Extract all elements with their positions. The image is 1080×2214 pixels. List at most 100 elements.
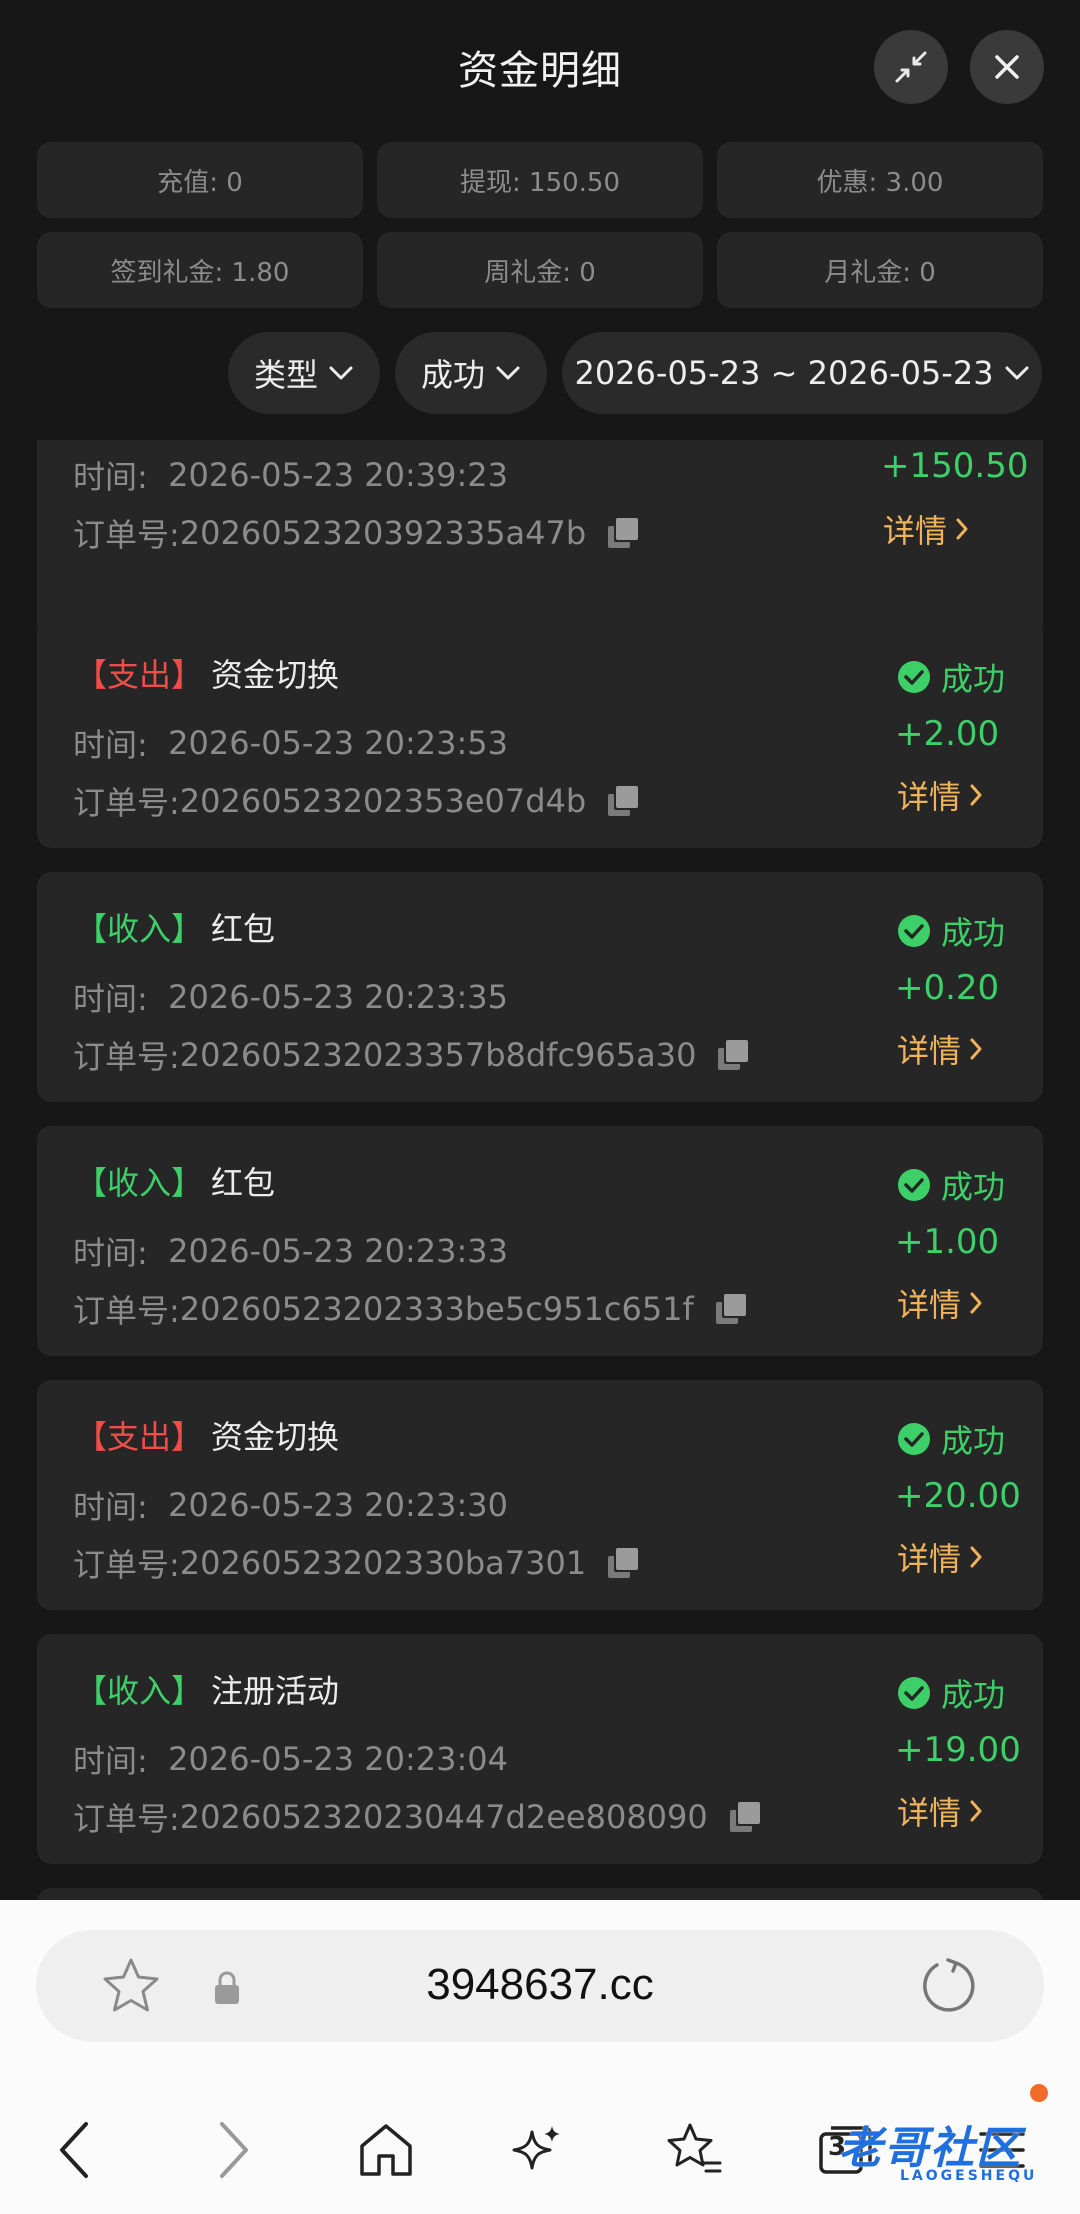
- order-row: 订单号: 20260523202333be5c951c651f: [73, 1286, 748, 1332]
- transaction-title: 【支出】 资金切换: [75, 1412, 339, 1458]
- check-circle-icon: [898, 1677, 930, 1709]
- check-circle-icon: [898, 1169, 930, 1201]
- watermark-subtext: LAOGESHEQU: [900, 2168, 1038, 2184]
- home-button[interactable]: [346, 2110, 426, 2190]
- transaction-list[interactable]: 时间: 2026-05-23 20:39:23 订单号: 202605232039…: [0, 440, 1080, 1900]
- income-tag: 【收入】: [75, 910, 204, 948]
- income-tag: 【收入】: [75, 1672, 204, 1710]
- transaction-card[interactable]: 【收入】 注册活动 时间: 2026-05-23 20:23:04 订单号: 202…: [37, 1634, 1043, 1864]
- transaction-title: 【收入】 注册活动: [75, 1666, 339, 1712]
- header: 资金明细: [0, 0, 1080, 130]
- status-badge: 成功: [897, 654, 1005, 700]
- amount: +1.00: [895, 1222, 1000, 1262]
- arrow-left-icon: [60, 2122, 88, 2178]
- time-row: 时间: 2026-05-23 20:23:33: [73, 1232, 508, 1272]
- stat-recharge: 充值: 0: [37, 142, 363, 218]
- order-number: 2026052320392335a47b: [179, 514, 587, 552]
- time-row: 时间: 2026-05-23 20:39:23: [73, 456, 508, 496]
- order-row: 订单号: 2026052320392335a47b: [73, 510, 640, 556]
- transaction-card[interactable]: 【支出】 资金切换 时间: 2026-05-23 20:23:53 订单号: 202…: [37, 618, 1043, 848]
- url-text: 3948637.cc: [426, 1960, 654, 2009]
- close-button[interactable]: [970, 30, 1044, 104]
- time-row: 时间: 2026-05-23 20:23:04: [73, 1740, 508, 1780]
- amount: +20.00: [895, 1476, 1021, 1516]
- arrow-right-icon: [220, 2122, 248, 2178]
- time-row: 时间: 2026-05-23 20:23:53: [73, 724, 508, 764]
- transaction-name: 注册活动: [211, 1672, 340, 1710]
- time-value: 2026-05-23 20:23:33: [168, 1232, 508, 1270]
- type-filter-dropdown[interactable]: 类型: [228, 332, 380, 414]
- copy-icon[interactable]: [718, 1040, 750, 1070]
- date-range-label: 2026-05-23 ~ 2026-05-23: [574, 354, 994, 392]
- status-badge: 成功: [897, 1670, 1005, 1716]
- transaction-card[interactable]: [37, 1888, 1043, 1900]
- status-filter-label: 成功: [420, 356, 485, 394]
- stat-weekly-bonus: 周礼金: 0: [377, 232, 703, 308]
- amount: +0.20: [895, 968, 1000, 1008]
- chevron-right-icon: [956, 518, 968, 540]
- copy-icon[interactable]: [608, 1548, 640, 1578]
- copy-icon[interactable]: [608, 518, 640, 548]
- transaction-card[interactable]: 【收入】 红包 时间: 2026-05-23 20:23:35 订单号: 20260…: [37, 872, 1043, 1102]
- income-tag: 【收入】: [75, 1164, 204, 1202]
- order-row: 订单号: 20260523202330ba7301: [73, 1540, 640, 1586]
- detail-link[interactable]: 详情: [897, 1026, 983, 1072]
- check-circle-icon: [898, 915, 930, 947]
- stat-withdraw: 提现: 150.50: [377, 142, 703, 218]
- check-circle-icon: [898, 661, 930, 693]
- close-icon: [995, 55, 1019, 79]
- detail-link[interactable]: 详情: [883, 506, 969, 552]
- time-value: 2026-05-23 20:23:30: [168, 1486, 508, 1524]
- chevron-down-icon: [1005, 366, 1029, 380]
- watermark-logo: 老哥社区: [838, 2123, 1022, 2174]
- bookmarks-button[interactable]: [654, 2110, 734, 2190]
- status-badge: 成功: [897, 1416, 1005, 1462]
- fund-details-screen: 资金明细 充值: 0 提现: 150.50 优惠: 3.00 签到礼金: 1.8…: [0, 0, 1080, 1900]
- detail-link[interactable]: 详情: [897, 1280, 983, 1326]
- transaction-card[interactable]: 【支出】 资金切换 时间: 2026-05-23 20:23:30 订单号: 202…: [37, 1380, 1043, 1610]
- copy-icon[interactable]: [729, 1802, 762, 1832]
- time-value: 2026-05-23 20:39:23: [168, 456, 508, 494]
- sparkle-icon: [512, 2126, 560, 2170]
- transaction-name: 资金切换: [211, 1418, 340, 1456]
- time-row: 时间: 2026-05-23 20:23:35: [73, 978, 508, 1018]
- date-range-dropdown[interactable]: 2026-05-23 ~ 2026-05-23: [562, 332, 1042, 414]
- order-row: 订单号: 20260523202353e07d4b: [73, 778, 640, 824]
- transaction-name: 资金切换: [211, 656, 340, 694]
- chevron-right-icon: [970, 1546, 982, 1568]
- minimize-button[interactable]: [874, 30, 948, 104]
- status-badge: 成功: [897, 908, 1005, 954]
- transaction-title: 【收入】 红包: [75, 1158, 275, 1204]
- expense-tag: 【支出】: [75, 1418, 204, 1456]
- detail-link[interactable]: 详情: [897, 772, 983, 818]
- status-badge: 成功: [897, 1162, 1005, 1208]
- transaction-name: 红包: [211, 1164, 276, 1202]
- order-row: 订单号: 2026052320230447d2ee808090: [73, 1794, 762, 1840]
- ai-assistant-button[interactable]: [498, 2110, 578, 2190]
- order-number: 202605232023357b8dfc965a30: [179, 1036, 697, 1074]
- copy-icon[interactable]: [608, 786, 640, 816]
- menu-notification-dot: [1030, 2084, 1048, 2102]
- order-number: 20260523202353e07d4b: [179, 782, 587, 820]
- address-bar[interactable]: 3948637.cc: [36, 1930, 1044, 2042]
- time-value: 2026-05-23 20:23:35: [168, 978, 508, 1016]
- back-button[interactable]: [34, 2110, 114, 2190]
- order-number: 20260523202330ba7301: [179, 1544, 587, 1582]
- detail-link[interactable]: 详情: [897, 1788, 983, 1834]
- check-circle-icon: [898, 1423, 930, 1455]
- chevron-right-icon: [970, 784, 982, 806]
- copy-icon[interactable]: [715, 1294, 748, 1324]
- status-filter-dropdown[interactable]: 成功: [395, 332, 547, 414]
- reload-icon[interactable]: [920, 1956, 980, 2016]
- home-icon: [360, 2124, 412, 2176]
- transaction-name: 红包: [211, 910, 276, 948]
- transaction-card[interactable]: 【收入】 红包 时间: 2026-05-23 20:23:33 订单号: 20260…: [37, 1126, 1043, 1356]
- amount: +2.00: [895, 714, 1000, 754]
- forward-button[interactable]: [194, 2110, 274, 2190]
- detail-link[interactable]: 详情: [897, 1534, 983, 1580]
- transaction-card[interactable]: 时间: 2026-05-23 20:39:23 订单号: 202605232039…: [37, 440, 1043, 640]
- time-value: 2026-05-23 20:23:53: [168, 724, 508, 762]
- chevron-right-icon: [970, 1800, 982, 1822]
- chevron-down-icon: [496, 366, 520, 380]
- amount: +150.50: [881, 446, 1029, 486]
